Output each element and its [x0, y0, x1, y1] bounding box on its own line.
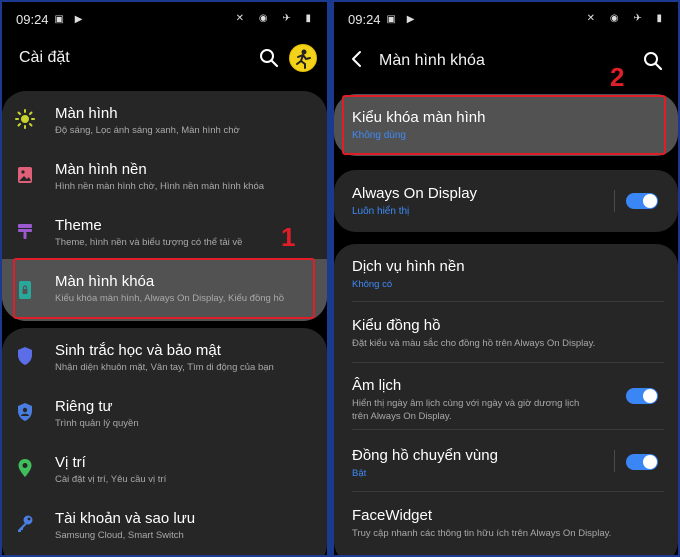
status-bar: 09:24 ▣ ▶ ✕ ◉ ✈ ▮: [334, 2, 678, 36]
settings-item-title: Màn hình: [55, 105, 118, 122]
key-icon: [18, 515, 33, 532]
shield-icon: [18, 347, 32, 365]
system-status-icons: ✕ ◉ ✈ ▮: [235, 13, 317, 24]
option-subtitle-line2: trên Always On Display.: [352, 411, 452, 422]
privacy-icon: [18, 403, 32, 421]
settings-item-subtitle: Cài đặt vị trí, Yêu cầu vị trí: [55, 474, 167, 485]
settings-item-biometrics[interactable]: Sinh trắc học và bảo mật Nhận diện khuôn…: [2, 328, 327, 384]
page-title: Màn hình khóa: [379, 52, 485, 69]
option-wallpaper-service[interactable]: Dịch vụ hình nền Không có: [334, 244, 678, 301]
option-facewidget[interactable]: FaceWidget Truy cập nhanh các thông tin …: [334, 492, 678, 552]
lunar-calendar-toggle[interactable]: [626, 388, 658, 404]
avatar[interactable]: [289, 44, 317, 72]
option-roaming-clock[interactable]: Đồng hồ chuyển vùng Bật: [334, 430, 678, 490]
settings-item-title: Theme: [55, 217, 102, 234]
status-time: 09:24: [16, 11, 49, 27]
option-clock-style[interactable]: Kiểu đồng hồ Đặt kiểu và màu sắc cho đồn…: [334, 302, 678, 362]
option-title: Dịch vụ hình nền: [352, 258, 465, 275]
aod-card[interactable]: Always On Display Luôn hiển thị: [334, 170, 678, 232]
search-icon[interactable]: [642, 50, 664, 72]
settings-item-location[interactable]: Vị trí Cài đặt vị trí, Yêu cầu vị trí: [2, 440, 327, 496]
settings-item-privacy[interactable]: Riêng tư Trình quản lý quyền: [2, 384, 327, 440]
settings-item-subtitle: Trình quản lý quyền: [55, 418, 139, 429]
settings-item-subtitle: Độ sáng, Lọc ánh sáng xanh, Màn hình chờ: [55, 125, 240, 136]
sun-icon: [15, 109, 35, 129]
back-arrow-icon[interactable]: [348, 50, 366, 68]
option-subtitle: Hiển thị ngày âm lịch cùng với ngày và g…: [352, 398, 580, 409]
status-bar: 09:24 ▣ ▶ ✕ ◉ ✈ ▮: [2, 2, 327, 36]
option-title: Âm lịch: [352, 377, 402, 394]
settings-item-title: Sinh trắc học và bảo mật: [55, 342, 221, 359]
profile-icon: [296, 49, 311, 69]
toggle-divider: [614, 450, 615, 472]
settings-item-accounts[interactable]: Tài khoản và sao lưu Samsung Cloud, Smar…: [2, 496, 327, 552]
settings-item-title: Màn hình nền: [55, 161, 147, 178]
lock-options-card: Dịch vụ hình nền Không có Kiểu đồng hồ Đ…: [334, 244, 678, 555]
settings-item-theme[interactable]: Theme Theme, hình nền và biểu tượng có t…: [2, 203, 327, 259]
notification-icons: ▣ ▶: [54, 13, 87, 25]
settings-screen: 09:24 ▣ ▶ ✕ ◉ ✈ ▮ Cài đặt Màn hình Độ sá…: [2, 2, 327, 555]
highlight-box-lock-type: [342, 95, 666, 155]
option-subtitle: Bật: [352, 468, 367, 479]
option-title: Kiểu đồng hồ: [352, 317, 441, 334]
image-icon: [18, 167, 32, 183]
settings-item-subtitle: Hình nền màn hình chờ, Hình nền màn hình…: [55, 181, 265, 192]
settings-item-title: Tài khoản và sao lưu: [55, 510, 196, 527]
option-title: Đồng hồ chuyển vùng: [352, 447, 498, 464]
highlight-box-lock-screen: [13, 258, 315, 319]
notification-icons: ▣ ▶: [386, 13, 419, 25]
settings-item-display[interactable]: Màn hình Độ sáng, Lọc ánh sáng xanh, Màn…: [2, 91, 327, 147]
page-title: Cài đặt: [19, 49, 70, 66]
option-subtitle: Không có: [352, 279, 393, 290]
step-annotation-1: 1: [281, 222, 296, 252]
status-time: 09:24: [348, 11, 381, 27]
system-status-icons: ✕ ◉ ✈ ▮: [586, 13, 668, 24]
option-title: FaceWidget: [352, 507, 433, 524]
option-subtitle: Truy cập nhanh các thông tin hữu ích trê…: [352, 528, 612, 539]
settings-item-subtitle: Theme, hình nền và biểu tượng có thể tải…: [55, 237, 243, 248]
settings-item-wallpaper[interactable]: Màn hình nền Hình nền màn hình chờ, Hình…: [2, 147, 327, 203]
aod-subtitle: Luôn hiển thị: [352, 206, 410, 217]
settings-item-subtitle: Samsung Cloud, Smart Switch: [55, 530, 184, 541]
toggle-divider: [614, 190, 615, 212]
aod-title: Always On Display: [352, 185, 478, 202]
roaming-clock-toggle[interactable]: [626, 454, 658, 470]
step-annotation-2: 2: [610, 62, 625, 92]
option-subtitle: Đặt kiểu và màu sắc cho đồng hồ trên Alw…: [352, 338, 596, 349]
paint-brush-icon: [18, 224, 32, 239]
settings-item-subtitle: Nhận diện khuôn mặt, Vân tay, Tìm di độn…: [55, 362, 274, 373]
location-pin-icon: [18, 459, 32, 477]
settings-group-security: Sinh trắc học và bảo mật Nhận diện khuôn…: [2, 328, 327, 555]
option-lunar-calendar[interactable]: Âm lịch Hiển thị ngày âm lịch cùng với n…: [334, 363, 678, 428]
settings-item-title: Riêng tư: [55, 398, 113, 415]
lock-screen-settings: 09:24 ▣ ▶ ✕ ◉ ✈ ▮ Màn hình khóa 2 Kiểu k…: [334, 2, 678, 555]
search-icon[interactable]: [258, 47, 280, 69]
aod-toggle[interactable]: [626, 193, 658, 209]
settings-item-title: Vị trí: [55, 454, 86, 471]
